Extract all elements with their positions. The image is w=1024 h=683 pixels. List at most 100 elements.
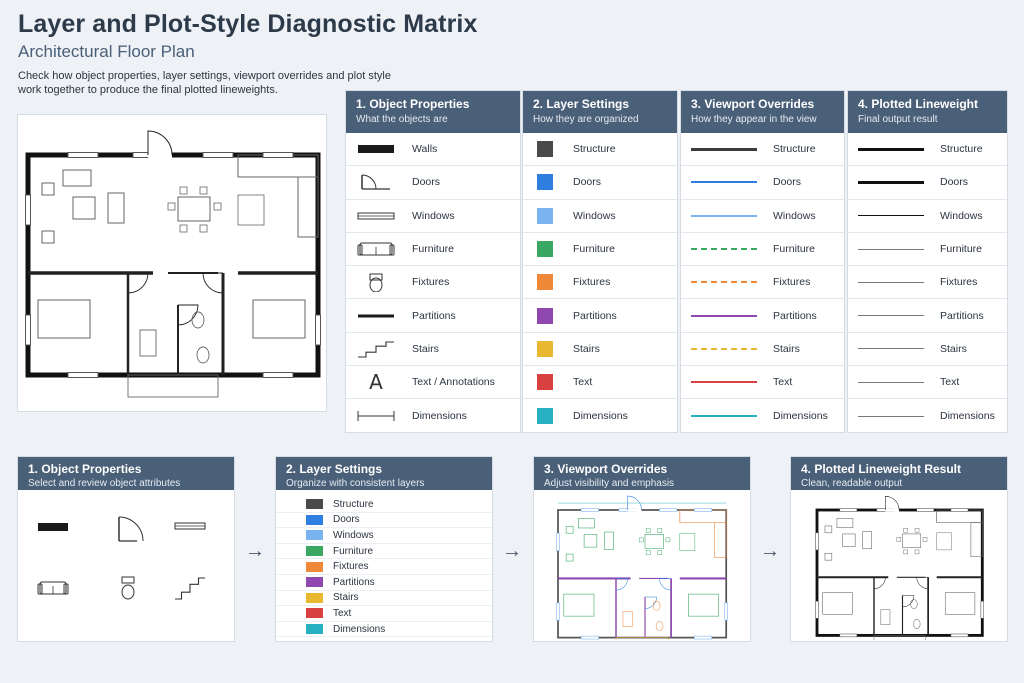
- object-label: Partitions: [412, 309, 456, 322]
- sofa: [107, 192, 125, 224]
- toilet: [652, 600, 661, 611]
- plot-label: Partitions: [940, 309, 984, 322]
- window: [659, 508, 678, 512]
- exterior-wall: [557, 509, 728, 639]
- legend-swatch: [306, 561, 323, 572]
- arrow-right-icon: →: [245, 540, 265, 562]
- viewport-row: Structure: [681, 133, 844, 167]
- matrix-col-plotted-lineweight: 4. Plotted Lineweight Final output resul…: [847, 90, 1008, 433]
- window: [839, 633, 858, 638]
- stairs-icon: [175, 577, 205, 600]
- dining-table: [177, 196, 211, 222]
- object-label: Text / Annotations: [412, 376, 495, 389]
- arrow-right-icon: →: [502, 540, 522, 562]
- toilet: [913, 619, 921, 629]
- exterior-wall: [815, 508, 984, 637]
- plot-row: Partitions: [848, 299, 1007, 333]
- layer-name: Partitions: [573, 309, 617, 322]
- viewport-line-sample: [691, 147, 757, 151]
- window: [950, 508, 969, 512]
- object-row: Furniture: [346, 233, 520, 267]
- kitchen-counter: [237, 154, 319, 178]
- sofa: [578, 518, 595, 529]
- layer-color-swatch: [537, 141, 553, 158]
- chair: [199, 224, 208, 233]
- panel-plotted-result: 4. Plotted Lineweight Result Clean, read…: [790, 456, 1008, 649]
- viewport-line-sample: [691, 347, 757, 350]
- plot-row: Stairs: [848, 333, 1007, 367]
- plot-row: Dimensions: [848, 399, 1007, 432]
- window: [556, 532, 560, 551]
- kitchen-island: [237, 194, 265, 226]
- bed: [563, 593, 595, 617]
- viewport-row: Furniture: [681, 233, 844, 267]
- window: [815, 600, 819, 619]
- legend-swatch: [306, 624, 323, 635]
- panel-subtitle: Select and review object attributes: [28, 478, 181, 489]
- bathtub: [139, 329, 157, 357]
- layer-row: Text: [523, 366, 677, 400]
- window: [839, 508, 858, 512]
- window: [694, 635, 712, 640]
- chair: [657, 528, 663, 533]
- sofa-icon: [37, 581, 69, 595]
- legend-row: Dimensions: [276, 622, 492, 638]
- svg-text:A: A: [369, 372, 383, 392]
- legend-row: Furniture: [276, 544, 492, 560]
- chair: [896, 537, 902, 542]
- legend-row: Stairs: [276, 591, 492, 607]
- layer-row: Structure: [523, 133, 677, 167]
- window: [950, 633, 969, 638]
- col-subtitle: Final output result: [858, 114, 938, 125]
- panel-object-properties: 1. Object Properties Select and review o…: [17, 456, 235, 642]
- layer-color-swatch: [537, 340, 553, 357]
- kitchen-counter: [970, 522, 983, 558]
- intro-text: Check how object properties, layer setti…: [18, 70, 391, 96]
- plot-row: Furniture: [848, 233, 1007, 267]
- viewport-line-sample: [691, 248, 757, 251]
- legend-row: Windows: [276, 528, 492, 544]
- object-row: Windows: [346, 200, 520, 233]
- text-icon: A: [356, 371, 406, 393]
- viewport-row: Fixtures: [681, 266, 844, 300]
- object-row: Partitions: [346, 299, 520, 333]
- coffee-table: [72, 196, 96, 220]
- chair: [638, 537, 644, 543]
- window: [580, 508, 599, 512]
- legend-swatch: [306, 530, 323, 541]
- sofa: [604, 531, 614, 550]
- plot-lineweight-sample: [858, 248, 924, 250]
- col-subtitle: What the objects are: [356, 114, 448, 125]
- door-swing: [902, 595, 915, 608]
- legend-row: Structure: [276, 497, 492, 513]
- panel-header: 4. Plotted Lineweight Result Clean, read…: [791, 457, 1007, 490]
- bed: [252, 299, 306, 339]
- plot-label: Dimensions: [940, 410, 995, 423]
- door-swing: [202, 272, 224, 294]
- viewport-label: Dimensions: [773, 410, 828, 423]
- col-subtitle: How they are organized: [533, 114, 639, 125]
- wall-icon: [356, 138, 406, 160]
- toilet: [191, 311, 205, 329]
- arrow-right-icon: →: [760, 540, 780, 562]
- window: [315, 314, 321, 346]
- viewport-line-sample: [691, 281, 757, 284]
- chair: [199, 186, 208, 195]
- plot-label: Text: [940, 376, 960, 389]
- window-icon: [356, 205, 406, 227]
- legend-label: Text: [333, 607, 352, 619]
- viewport-line-sample: [691, 381, 757, 384]
- panel-title: 2. Layer Settings: [286, 462, 383, 476]
- bathtub: [622, 611, 633, 627]
- chair: [645, 528, 651, 533]
- chair: [665, 537, 671, 543]
- plot-lineweight-sample: [858, 315, 924, 317]
- matrix-col-header: 2. Layer Settings How they are organized: [523, 91, 677, 133]
- legend-label: Dimensions: [333, 623, 386, 635]
- floor-plan-drawing: [25, 130, 321, 398]
- viewport-label: Text: [773, 376, 793, 389]
- plot-label: Fixtures: [940, 276, 978, 289]
- window: [262, 372, 294, 378]
- plot-row: Structure: [848, 133, 1007, 167]
- door-swing: [873, 577, 886, 589]
